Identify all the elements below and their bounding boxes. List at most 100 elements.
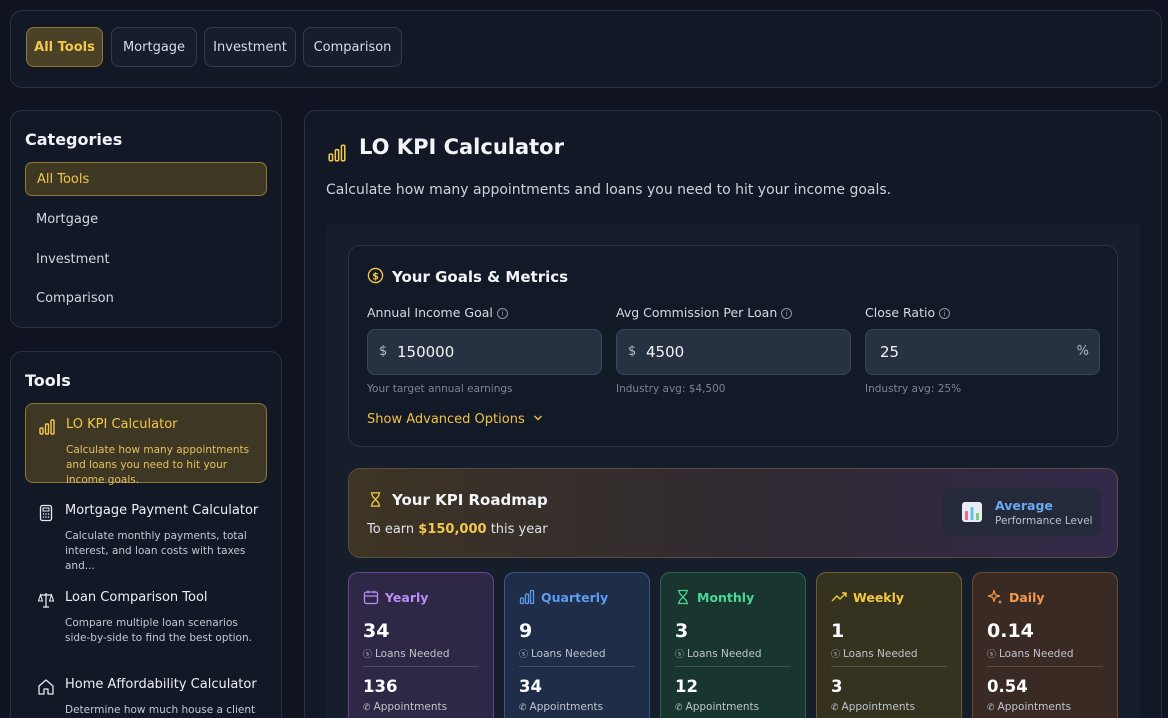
roadmap-subtitle: To earn $150,000 this year	[367, 522, 548, 537]
income-hint: Your target annual earnings	[367, 383, 513, 395]
loans-needed-value: 1	[831, 620, 845, 642]
page-title: LO KPI Calculator	[359, 135, 564, 159]
appointments-value: 0.54	[987, 677, 1028, 696]
dollar-circle-icon: ⓢ	[987, 650, 997, 660]
hourglass-icon	[370, 492, 381, 507]
input-value: 25	[880, 343, 900, 361]
page-description: Calculate how many appointments and loan…	[326, 182, 892, 198]
bar-chart-icon	[519, 589, 535, 605]
tool-description: Compare multiple loan scenarios side-by-…	[65, 617, 252, 644]
trending-up-icon	[831, 592, 847, 602]
categories-panel: Categories All Tools Mortgage Investment…	[10, 110, 282, 328]
info-icon[interactable]: i	[781, 308, 793, 319]
category-mortgage[interactable]: Mortgage	[25, 202, 267, 236]
percent-suffix: %	[1076, 344, 1089, 359]
chevron-down-icon	[533, 415, 542, 421]
dollar-prefix: $	[628, 344, 637, 359]
kpi-card-weekly: Weekly 1 ⓢ Loans Needed 3 ✆ Appointments	[816, 572, 962, 718]
appointments-label: ✆ Appointments	[519, 701, 604, 713]
show-advanced-options-link[interactable]: Show Advanced Options	[367, 412, 543, 427]
kpi-period: Yearly	[385, 590, 429, 605]
divider	[987, 666, 1103, 667]
appointments-label: ✆ Appointments	[363, 701, 448, 713]
tools-title: Tools	[25, 371, 71, 390]
loans-needed-label: ⓢ Loans Needed	[519, 648, 606, 660]
goals-section: $ Your Goals & Metrics Annual Income Goa…	[348, 245, 1118, 447]
tool-mortgage-payment-calculator[interactable]: Mortgage Payment Calculator Calculate mo…	[25, 490, 267, 572]
phone-icon: ✆	[363, 703, 371, 713]
loans-needed-value: 34	[363, 620, 390, 642]
info-icon[interactable]: i	[939, 308, 951, 319]
dollar-prefix: $	[379, 344, 388, 359]
top-tab-bar: All Tools Mortgage Investment Comparison	[10, 10, 1162, 88]
loans-needed-value: 9	[519, 620, 533, 642]
category-comparison[interactable]: Comparison	[25, 281, 267, 315]
tool-description: Calculate monthly payments, total intere…	[65, 530, 247, 572]
performance-value: Average	[995, 498, 1053, 513]
divider	[519, 666, 635, 667]
tool-loan-comparison[interactable]: Loan Comparison Tool Compare multiple lo…	[25, 577, 267, 657]
close-ratio-hint: Industry avg: 25%	[865, 383, 962, 395]
info-icon[interactable]: i	[496, 308, 508, 319]
calculator-body: $ Your Goals & Metrics Annual Income Goa…	[326, 224, 1140, 718]
loans-needed-label: ⓢ Loans Needed	[363, 648, 450, 660]
tool-lo-kpi-calculator[interactable]: LO KPI Calculator Calculate how many app…	[25, 403, 267, 486]
divider	[675, 666, 791, 667]
phone-icon: ✆	[987, 703, 995, 713]
field-label-income: Annual Income Goal i	[367, 305, 508, 320]
phone-icon: ✆	[831, 703, 839, 713]
tool-name: Home Affordability Calculator	[65, 677, 257, 692]
category-investment[interactable]: Investment	[25, 242, 267, 276]
tool-name: Loan Comparison Tool	[65, 590, 208, 605]
field-label-commission: Avg Commission Per Loan i	[616, 305, 793, 320]
divider	[831, 666, 947, 667]
tab-investment[interactable]: Investment	[204, 27, 296, 67]
close-ratio-input[interactable]: 25 %	[865, 329, 1100, 375]
divider	[363, 666, 479, 667]
category-all-tools[interactable]: All Tools	[25, 162, 267, 196]
tab-comparison[interactable]: Comparison	[303, 27, 402, 67]
bar-chart-icon	[328, 144, 346, 162]
hourglass-icon	[678, 589, 688, 605]
loans-needed-value: 3	[675, 620, 689, 642]
dollar-circle-icon: $	[367, 267, 384, 284]
loans-needed-label: ⓢ Loans Needed	[831, 648, 918, 660]
kpi-period: Weekly	[853, 590, 905, 605]
tool-home-affordability[interactable]: Home Affordability Calculator Determine …	[25, 664, 267, 718]
appointments-label: ✆ Appointments	[675, 701, 760, 713]
kpi-card-monthly: Monthly 3 ⓢ Loans Needed 12 ✆ Appointments	[660, 572, 806, 718]
phone-icon: ✆	[519, 703, 527, 713]
dollar-circle-icon: ⓢ	[363, 650, 373, 660]
dollar-circle-icon: ⓢ	[519, 650, 529, 660]
kpi-period: Quarterly	[541, 590, 609, 605]
chart-emoji-icon	[962, 502, 982, 522]
calculator-icon	[39, 504, 53, 522]
kpi-card-yearly: Yearly 34 ⓢ Loans Needed 136 ✆ Appointment…	[348, 572, 494, 718]
dollar-circle-icon: ⓢ	[831, 650, 841, 660]
appointments-label: ✆ Appointments	[987, 701, 1072, 713]
dollar-circle-icon: ⓢ	[675, 650, 685, 660]
home-icon	[38, 679, 54, 695]
loans-needed-value: 0.14	[987, 620, 1034, 642]
appointments-value: 34	[519, 677, 542, 696]
income-goal-input[interactable]: $ 150000	[367, 329, 602, 375]
appointments-value: 136	[363, 677, 398, 696]
loans-needed-label: ⓢ Loans Needed	[675, 648, 762, 660]
loans-needed-label: ⓢ Loans Needed	[987, 648, 1074, 660]
roadmap-title: Your KPI Roadmap	[392, 491, 548, 509]
input-value: 4500	[646, 343, 685, 361]
commission-input[interactable]: $ 4500	[616, 329, 851, 375]
tool-description: Determine how much house a client can	[65, 704, 256, 716]
calculator-panel: LO KPI Calculator Calculate how many app…	[304, 110, 1162, 718]
appointments-label: ✆ Appointments	[831, 701, 916, 713]
tool-description: Calculate how many appointments and loan…	[66, 444, 250, 486]
commission-hint: Industry avg: $4,500	[616, 383, 726, 395]
calendar-icon	[363, 590, 379, 605]
phone-icon: ✆	[675, 703, 683, 713]
tab-all-tools[interactable]: All Tools	[26, 27, 103, 67]
tool-name: Mortgage Payment Calculator	[65, 503, 259, 518]
tab-mortgage[interactable]: Mortgage	[111, 27, 197, 67]
bar-chart-icon	[39, 419, 55, 435]
tool-name: LO KPI Calculator	[66, 417, 178, 432]
appointments-value: 12	[675, 677, 698, 696]
